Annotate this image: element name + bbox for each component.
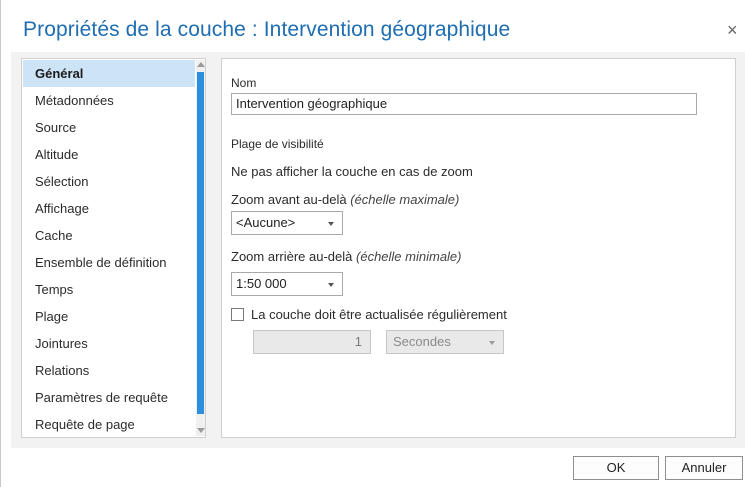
- cancel-button[interactable]: Annuler: [665, 456, 743, 480]
- zoom-out-label: Zoom arrière au-delà (échelle minimale): [231, 249, 462, 264]
- nav-item-page-query[interactable]: Requête de page: [23, 411, 195, 436]
- nav-item-query-parameters[interactable]: Paramètres de requête: [23, 384, 195, 411]
- visibility-description: Ne pas afficher la couche en cas de zoom: [231, 164, 473, 179]
- chevron-down-icon: [489, 341, 495, 345]
- layer-properties-dialog: Propriétés de la couche : Intervention g…: [0, 0, 745, 487]
- refresh-unit-select[interactable]: Secondes: [386, 330, 504, 354]
- zoom-in-label-text: Zoom avant au-delà: [231, 192, 347, 207]
- nav-item-selection[interactable]: Sélection: [23, 168, 195, 195]
- dialog-title: Propriétés de la couche : Intervention g…: [23, 18, 511, 41]
- zoom-out-scale-select[interactable]: 1:50 000: [231, 272, 343, 296]
- category-nav: Général Métadonnées Source Altitude Séle…: [21, 58, 206, 438]
- zoom-out-scale-value: 1:50 000: [236, 276, 287, 291]
- zoom-out-hint: (échelle minimale): [356, 249, 462, 264]
- zoom-in-scale-value: <Aucune>: [236, 215, 296, 230]
- scroll-up-icon[interactable]: [197, 62, 205, 67]
- zoom-in-hint: (échelle maximale): [350, 192, 460, 207]
- scroll-thumb[interactable]: [197, 72, 204, 414]
- refresh-label[interactable]: La couche doit être actualisée régulière…: [251, 307, 507, 322]
- ok-button[interactable]: OK: [573, 456, 659, 480]
- nav-item-joins[interactable]: Jointures: [23, 330, 195, 357]
- chevron-down-icon: [328, 283, 334, 287]
- zoom-out-label-text: Zoom arrière au-delà: [231, 249, 353, 264]
- category-list: Général Métadonnées Source Altitude Séle…: [23, 60, 195, 436]
- general-panel: Nom Intervention géographique Plage de v…: [221, 58, 736, 438]
- nav-item-elevation[interactable]: Altitude: [23, 141, 195, 168]
- refresh-interval-input[interactable]: 1: [253, 330, 371, 354]
- nav-item-range[interactable]: Plage: [23, 303, 195, 330]
- nav-item-definition-query[interactable]: Ensemble de définition: [23, 249, 195, 276]
- nav-scrollbar[interactable]: [196, 60, 205, 436]
- nav-item-general[interactable]: Général: [23, 60, 195, 87]
- refresh-checkbox[interactable]: [231, 308, 244, 321]
- chevron-down-icon: [328, 222, 334, 226]
- name-label: Nom: [231, 76, 257, 90]
- nav-item-time[interactable]: Temps: [23, 276, 195, 303]
- zoom-in-scale-select[interactable]: <Aucune>: [231, 211, 343, 235]
- name-field[interactable]: Intervention géographique: [231, 93, 697, 115]
- nav-item-display[interactable]: Affichage: [23, 195, 195, 222]
- close-icon[interactable]: ×: [727, 20, 738, 40]
- zoom-in-label: Zoom avant au-delà (échelle maximale): [231, 192, 459, 207]
- scroll-down-icon[interactable]: [197, 428, 205, 433]
- nav-item-metadata[interactable]: Métadonnées: [23, 87, 195, 114]
- nav-item-cache[interactable]: Cache: [23, 222, 195, 249]
- nav-item-source[interactable]: Source: [23, 114, 195, 141]
- refresh-unit-value: Secondes: [393, 334, 451, 349]
- visibility-range-heading: Plage de visibilité: [231, 137, 324, 151]
- nav-item-relates[interactable]: Relations: [23, 357, 195, 384]
